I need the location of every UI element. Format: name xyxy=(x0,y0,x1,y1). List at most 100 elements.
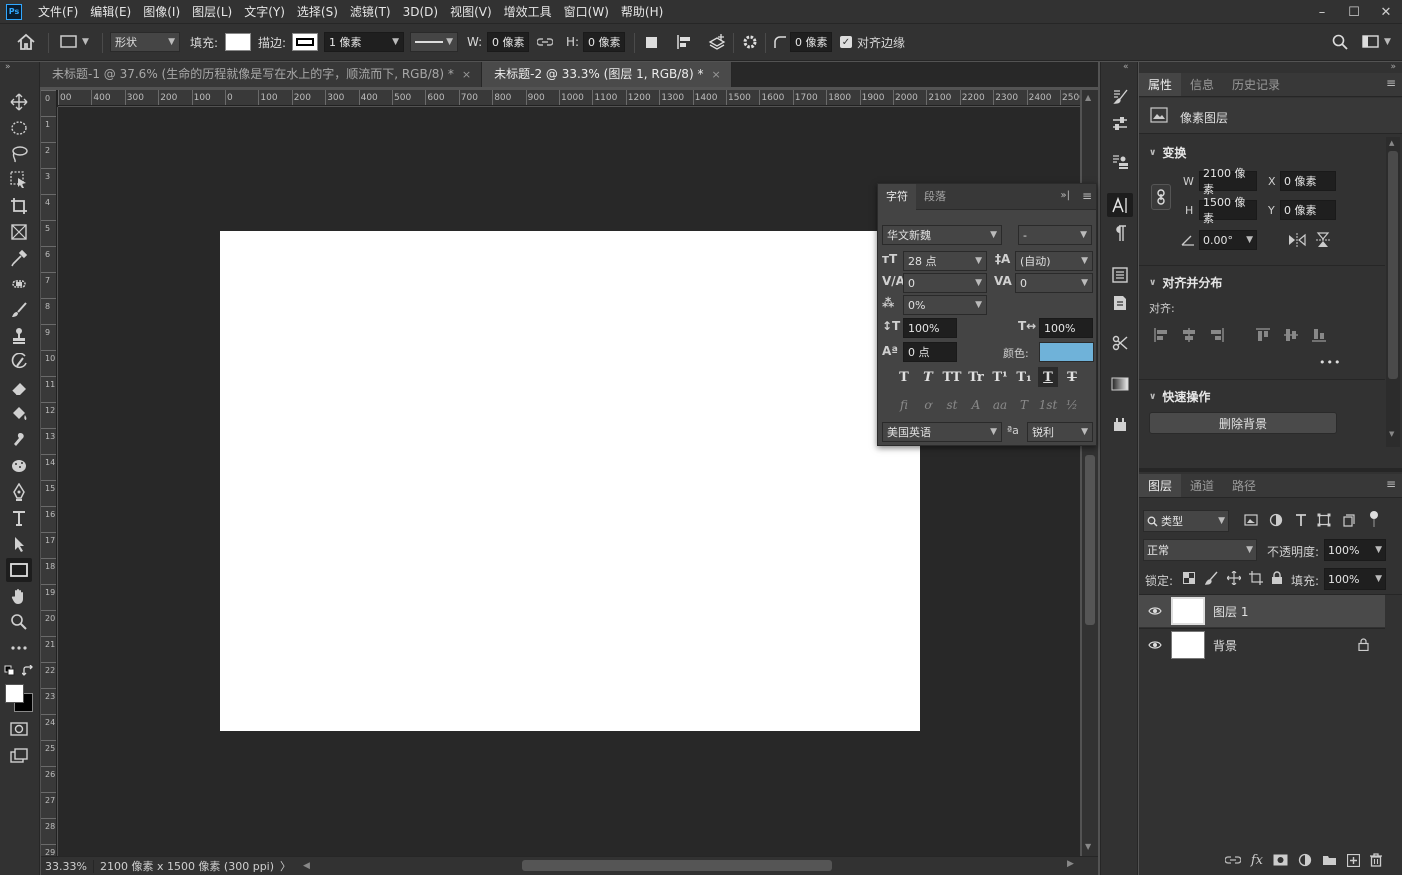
quick-mask-icon[interactable] xyxy=(6,717,32,741)
eyedropper-tool-icon[interactable] xyxy=(6,246,32,270)
horizontal-ruler[interactable]: 00 400 300 200 100 0 100 200 300 400 500 600 700 800 9… xyxy=(58,90,1080,106)
more-tools-icon[interactable] xyxy=(6,636,32,660)
screen-mode-icon[interactable] xyxy=(6,744,32,768)
flip-vertical-icon[interactable] xyxy=(1316,232,1330,248)
collapse-arrows-icon[interactable]: » xyxy=(1390,62,1396,72)
object-selection-tool-icon[interactable] xyxy=(6,168,32,192)
scroll-up-icon[interactable]: ▲ xyxy=(1085,93,1091,102)
path-arrangement-icon[interactable] xyxy=(707,32,727,52)
link-icon[interactable] xyxy=(537,32,553,52)
filter-smart-object-icon[interactable] xyxy=(1342,513,1356,527)
filter-toggle-switch[interactable] xyxy=(1369,511,1379,529)
fractions-button[interactable]: ½ xyxy=(1062,395,1082,415)
tab-properties[interactable]: 属性 xyxy=(1139,73,1182,96)
properties-scroll-thumb[interactable] xyxy=(1388,151,1398,379)
tool-preset-picker[interactable]: ▼ xyxy=(60,32,89,52)
minimize-button[interactable]: – xyxy=(1306,0,1338,24)
align-right-edges-icon[interactable] xyxy=(1209,327,1225,343)
zoom-level[interactable]: 33.33% xyxy=(41,859,94,873)
path-alignment-icon[interactable] xyxy=(676,32,694,52)
close-icon[interactable]: × xyxy=(711,62,720,87)
transform-section-header[interactable]: ∨ 变换 xyxy=(1149,144,1186,161)
eye-icon[interactable] xyxy=(1139,640,1171,650)
filter-type-icon[interactable] xyxy=(1294,513,1308,527)
vertical-scale-input[interactable]: 100% xyxy=(903,318,957,338)
close-icon[interactable]: × xyxy=(462,62,471,87)
menu-edit[interactable]: 编辑(E) xyxy=(84,0,137,24)
rectangle-tool-icon[interactable] xyxy=(6,558,32,582)
panel-menu-icon[interactable]: ≡ xyxy=(1386,477,1396,491)
align-horizontal-centers-icon[interactable] xyxy=(1181,327,1197,343)
stroke-width-input[interactable]: 1 像素 ▼ xyxy=(324,32,404,52)
faux-bold-button[interactable]: T xyxy=(894,367,914,387)
adjustments-icon[interactable] xyxy=(1107,112,1133,136)
vertical-scroll-thumb[interactable] xyxy=(1085,455,1095,625)
new-layer-icon[interactable] xyxy=(1347,853,1360,867)
contextual-alternates-button[interactable]: ơ xyxy=(918,395,938,415)
paint-bucket-tool-icon[interactable] xyxy=(6,402,32,426)
transform-width-input[interactable]: 2100 像素 xyxy=(1199,167,1257,196)
menu-window[interactable]: 窗口(W) xyxy=(558,0,615,24)
baseline-shift-input[interactable]: 0 点 xyxy=(903,342,957,362)
eye-icon[interactable] xyxy=(1139,606,1171,616)
scroll-right-icon[interactable]: ▶ xyxy=(1067,859,1074,869)
tab-untitled-1[interactable]: 未标题-1 @ 37.6% (生命的历程就像是写在水上的字，顺流而下, RGB/… xyxy=(40,62,483,87)
align-top-edges-icon[interactable] xyxy=(1255,327,1271,343)
scroll-down-icon[interactable]: ▼ xyxy=(1389,430,1394,438)
brush-tool-icon[interactable] xyxy=(6,298,32,322)
layer-effects-icon[interactable]: fx xyxy=(1251,853,1263,868)
tab-channels[interactable]: 通道 xyxy=(1181,474,1223,497)
align-bottom-edges-icon[interactable] xyxy=(1311,327,1327,343)
pen-tool-icon[interactable] xyxy=(6,480,32,504)
frame-tool-icon[interactable] xyxy=(6,220,32,244)
font-family-select[interactable]: 华文新魏 ▼ xyxy=(882,225,1002,245)
leading-input[interactable]: (自动) ▼ xyxy=(1015,251,1093,271)
vertical-ruler[interactable]: 0 1 2 3 4 5 6 7 8 9 10 11 12 13 14 15 16 17 18 19 20 21 22 23 24… xyxy=(41,90,57,857)
scroll-down-icon[interactable]: ▼ xyxy=(1085,842,1091,851)
layer-name[interactable]: 图层 1 xyxy=(1213,603,1248,620)
filter-pixel-icon[interactable] xyxy=(1244,514,1258,526)
superscript-button[interactable]: T¹ xyxy=(990,367,1010,387)
shape-mode-select[interactable]: 形状 ▼ xyxy=(110,32,180,52)
fill-input[interactable]: 100% ▼ xyxy=(1324,568,1386,590)
language-select[interactable]: 美国英语 ▼ xyxy=(882,422,1002,442)
align-left-edges-icon[interactable] xyxy=(1153,327,1169,343)
horizontal-scroll-thumb[interactable] xyxy=(522,860,832,871)
small-caps-button[interactable]: Tr xyxy=(966,367,986,387)
menu-help[interactable]: 帮助(H) xyxy=(615,0,669,24)
brush-settings-icon[interactable] xyxy=(1107,84,1133,108)
antialias-select[interactable]: 锐利 ▼ xyxy=(1027,422,1093,442)
search-icon[interactable] xyxy=(1332,32,1348,52)
layer-name[interactable]: 背景 xyxy=(1213,637,1237,654)
tsume-input[interactable]: 0% ▼ xyxy=(903,295,987,315)
discretionary-ligatures-button[interactable]: st xyxy=(942,395,962,415)
notes-icon[interactable] xyxy=(1107,291,1133,315)
tab-paragraph[interactable]: 段落 xyxy=(916,184,954,210)
filter-shape-icon[interactable] xyxy=(1317,513,1331,527)
stylistic-alternates-button[interactable]: aa xyxy=(990,395,1010,415)
glyphs-icon[interactable] xyxy=(1107,263,1133,287)
subscript-button[interactable]: T₁ xyxy=(1014,367,1034,387)
tab-character[interactable]: 字符 xyxy=(878,183,916,210)
collapse-arrows-icon[interactable]: » xyxy=(5,62,11,72)
smudge-tool-icon[interactable] xyxy=(6,428,32,452)
layer-row-layer-1[interactable]: 图层 1 xyxy=(1139,595,1385,627)
menu-plugins[interactable]: 增效工具 xyxy=(498,0,558,24)
sponge-tool-icon[interactable] xyxy=(6,454,32,478)
link-layers-icon[interactable] xyxy=(1224,855,1241,865)
scroll-left-icon[interactable]: ◀ xyxy=(303,861,310,871)
swash-button[interactable]: A xyxy=(966,395,986,415)
more-options-icon[interactable]: ••• xyxy=(1319,356,1341,369)
tab-untitled-2[interactable]: 未标题-2 @ 33.3% (图层 1, RGB/8) * × xyxy=(482,62,732,87)
move-tool-icon[interactable] xyxy=(6,90,32,114)
stroke-type-select[interactable]: ▼ xyxy=(410,32,458,52)
text-color-swatch[interactable] xyxy=(1039,342,1094,362)
lock-image-pixels-icon[interactable] xyxy=(1205,571,1219,585)
hand-tool-icon[interactable] xyxy=(6,584,32,608)
type-tool-icon[interactable] xyxy=(6,506,32,530)
scroll-up-icon[interactable]: ▲ xyxy=(1389,139,1394,147)
panel-menu-icon[interactable]: ≡ xyxy=(1082,189,1092,203)
tab-history[interactable]: 历史记录 xyxy=(1223,73,1289,96)
history-brush-tool-icon[interactable] xyxy=(6,350,32,374)
ordinals-button[interactable]: 1st xyxy=(1038,395,1058,415)
